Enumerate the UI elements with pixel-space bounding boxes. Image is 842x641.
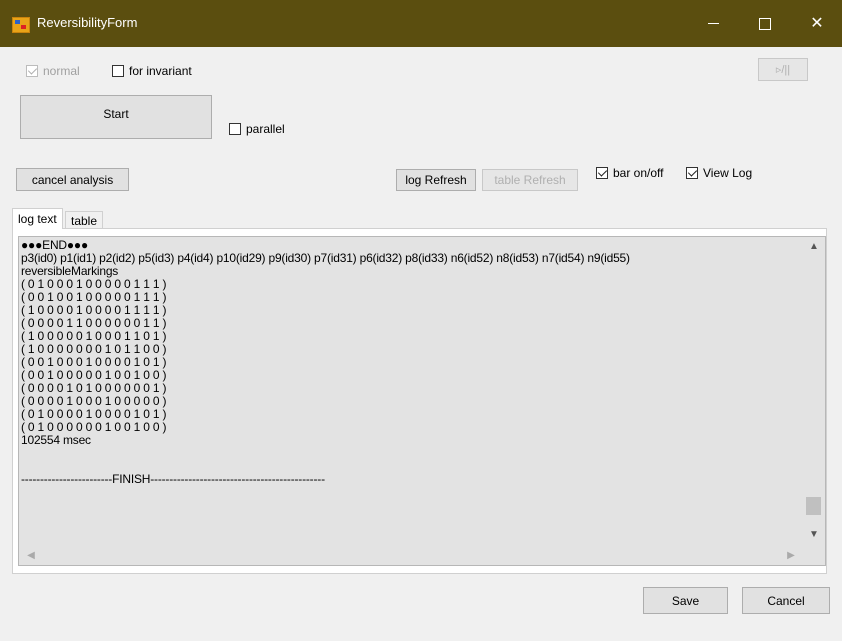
bar-on-off-checkbox[interactable]: bar on/off: [596, 166, 663, 180]
start-button-label: Start: [103, 107, 129, 121]
scroll-up-icon[interactable]: ▲: [806, 241, 822, 252]
tab-log-text[interactable]: log text: [12, 208, 63, 229]
log-line: ------------------------FINISH----------…: [21, 472, 325, 486]
log-line: p3(id0) p1(id1) p2(id2) p5(id3) p4(id4) …: [21, 251, 630, 265]
play-pause-label: ▹/||: [775, 64, 791, 76]
log-line: ( 0 1 0 0 0 0 0 0 1 0 0 1 0 0 ): [21, 420, 167, 434]
parallel-checkbox-box[interactable]: [229, 123, 241, 135]
horizontal-scrollbar[interactable]: ◀ ▶: [19, 547, 825, 565]
normal-checkbox-box[interactable]: [26, 65, 38, 77]
scroll-left-icon[interactable]: ◀: [23, 550, 39, 561]
log-refresh-button[interactable]: log Refresh: [396, 169, 476, 191]
for-invariant-checkbox[interactable]: for invariant: [112, 64, 192, 78]
parallel-checkbox-label: parallel: [246, 122, 285, 136]
log-text-content: ●●●END●●● p3(id0) p1(id1) p2(id2) p5(id3)…: [21, 239, 801, 486]
log-refresh-label: log Refresh: [405, 173, 467, 187]
cancel-button[interactable]: Cancel: [742, 587, 830, 614]
table-refresh-label: table Refresh: [494, 173, 566, 187]
play-pause-button[interactable]: ▹/||: [758, 58, 808, 81]
vertical-scrollbar[interactable]: ▲ ▼: [803, 237, 825, 547]
tab-table-label: table: [71, 214, 98, 228]
reversibility-form-window: ReversibilityForm ✕ normal for invariant…: [0, 0, 842, 641]
minimize-button[interactable]: [690, 0, 736, 47]
view-log-label: View Log: [703, 166, 753, 180]
minimize-icon: [707, 23, 719, 25]
save-button[interactable]: Save: [643, 587, 728, 614]
log-line: 102554 msec: [21, 433, 91, 447]
title-bar[interactable]: ReversibilityForm ✕: [0, 0, 842, 47]
close-icon: ✕: [810, 15, 824, 32]
bar-on-off-label: bar on/off: [613, 166, 664, 180]
save-button-label: Save: [671, 593, 700, 608]
vertical-scroll-thumb[interactable]: [806, 497, 821, 515]
bar-on-off-checkbox-box[interactable]: [596, 167, 608, 179]
table-refresh-button[interactable]: table Refresh: [482, 169, 578, 191]
start-button[interactable]: Start: [20, 95, 212, 139]
normal-checkbox[interactable]: normal: [26, 64, 80, 78]
window-title: ReversibilityForm: [37, 15, 138, 30]
scroll-right-icon[interactable]: ▶: [783, 550, 799, 561]
maximize-button[interactable]: [742, 0, 788, 47]
scroll-down-icon[interactable]: ▼: [806, 529, 822, 540]
log-textbox[interactable]: ●●●END●●● p3(id0) p1(id1) p2(id2) p5(id3)…: [18, 236, 826, 566]
cancel-analysis-button[interactable]: cancel analysis: [16, 168, 129, 191]
view-log-checkbox-box[interactable]: [686, 167, 698, 179]
for-invariant-checkbox-box[interactable]: [112, 65, 124, 77]
cancel-analysis-label: cancel analysis: [31, 172, 114, 187]
tab-log-text-label: log text: [18, 212, 57, 226]
close-button[interactable]: ✕: [794, 0, 840, 47]
normal-checkbox-label: normal: [43, 64, 80, 78]
cancel-button-label: Cancel: [767, 593, 805, 608]
parallel-checkbox[interactable]: parallel: [229, 122, 285, 136]
view-log-checkbox[interactable]: View Log: [686, 166, 752, 180]
tab-table[interactable]: table: [65, 211, 104, 229]
maximize-icon: [759, 17, 771, 30]
app-icon: [12, 17, 30, 33]
for-invariant-checkbox-label: for invariant: [129, 64, 192, 78]
